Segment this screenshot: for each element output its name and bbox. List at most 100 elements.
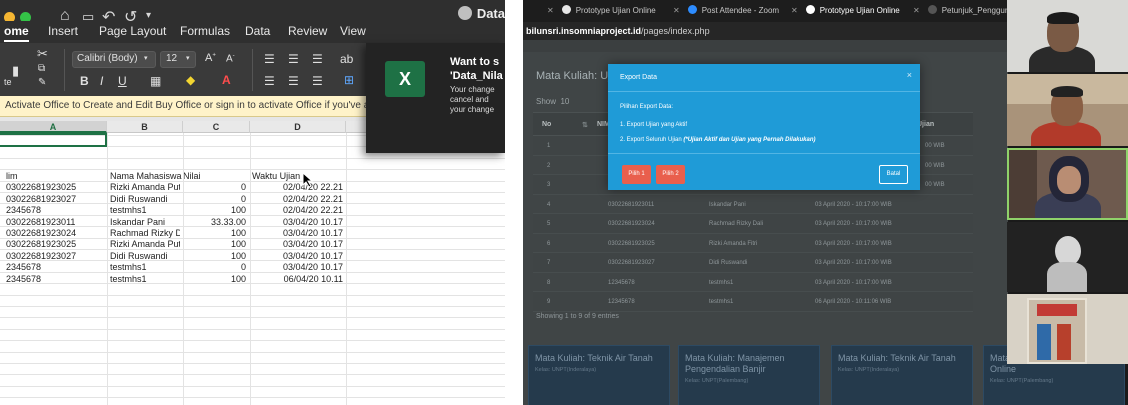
fill-color-icon[interactable]: ◆ bbox=[186, 73, 195, 87]
cell-nim[interactable]: 03022681923027 bbox=[6, 251, 105, 261]
align-right-icon[interactable]: ☰ bbox=[312, 52, 323, 66]
cell-nim[interactable]: 03022681923011 bbox=[6, 217, 105, 227]
cell-nim[interactable]: 2345678 bbox=[6, 262, 105, 272]
spreadsheet-grid[interactable]: lim Nama Mahasiswa Nilai Waktu Ujian 030… bbox=[0, 133, 505, 405]
cell-nilai[interactable]: 100 bbox=[184, 239, 246, 249]
participant-video-3[interactable] bbox=[1007, 148, 1128, 220]
column-header-c[interactable]: C bbox=[183, 121, 250, 133]
tab-home[interactable]: ome bbox=[4, 24, 29, 42]
cell-nama[interactable]: testmhs1 bbox=[110, 205, 180, 215]
cell-waktu[interactable]: 03/04/20 10.17 bbox=[252, 262, 343, 272]
tab-review[interactable]: Review bbox=[288, 24, 327, 38]
browser-tab-4[interactable]: ✕Petunjuk_Penggunaan bbox=[913, 5, 1008, 15]
table-row[interactable]: 6 03022681923025 Rizki Amanda Fitri 03 Apri… bbox=[533, 234, 973, 253]
selected-cell[interactable] bbox=[0, 133, 107, 147]
participant-video-5[interactable] bbox=[1007, 294, 1128, 364]
tab-data[interactable]: Data bbox=[245, 24, 270, 38]
cell-nim[interactable]: 03022681923025 bbox=[6, 239, 105, 249]
course-card[interactable]: Mata Kuliah: Teknik Air Tanah Kelas: UNPT… bbox=[528, 345, 670, 405]
cell-nama[interactable]: Rachmad Rizky Dali bbox=[110, 228, 180, 238]
font-color-icon[interactable]: A bbox=[222, 73, 231, 87]
cell-waktu[interactable]: 03/04/20 10.17 bbox=[252, 217, 343, 227]
browser-tab-3[interactable]: ✕ Prototype Ujian Online bbox=[791, 5, 900, 15]
course-card[interactable]: Mata Kuliah: Teknik Air Tanah Kelas: UNPT… bbox=[831, 345, 973, 405]
tab-page-layout[interactable]: Page Layout bbox=[99, 24, 166, 38]
cell-nilai[interactable]: 0 bbox=[184, 262, 246, 272]
merge-cells-icon[interactable]: ⊞ bbox=[344, 73, 354, 87]
cell-nama[interactable]: Rizki Amanda Putri bbox=[110, 239, 180, 249]
cell-header-waktu[interactable]: Waktu Ujian bbox=[252, 171, 342, 181]
cell-nama[interactable]: Didi Ruswandi bbox=[110, 194, 180, 204]
cell-header-nim[interactable]: lim bbox=[6, 171, 105, 181]
cell-waktu[interactable]: 02/04/20 22.21 bbox=[252, 205, 343, 215]
cell-waktu[interactable]: 02/04/20 22.21 bbox=[252, 194, 343, 204]
browser-tab-1[interactable]: ✕ Prototype Ujian Online bbox=[547, 5, 656, 15]
underline-icon[interactable]: U bbox=[118, 74, 127, 88]
justify-left-icon[interactable]: ☰ bbox=[264, 74, 275, 88]
cell-nilai[interactable]: 100 bbox=[184, 274, 246, 284]
cell-header-nama[interactable]: Nama Mahasiswa bbox=[110, 171, 182, 181]
cell-nama[interactable]: Iskandar Pani bbox=[110, 217, 180, 227]
entries-selector[interactable]: Show 10 bbox=[536, 97, 569, 106]
cell-nilai[interactable]: 100 bbox=[184, 251, 246, 261]
close-icon[interactable]: × bbox=[907, 70, 912, 80]
cut-icon[interactable]: ✂ bbox=[37, 46, 48, 62]
table-row[interactable]: 8 12345678 testmhs1 03 April 2020 - 10:17:0… bbox=[533, 273, 973, 292]
close-icon[interactable]: ✕ bbox=[547, 6, 554, 15]
bold-icon[interactable]: B bbox=[80, 74, 89, 88]
pilih-2-button[interactable]: Pilih 2 bbox=[656, 165, 685, 184]
column-header-b[interactable]: B bbox=[107, 121, 183, 133]
close-icon[interactable]: ✕ bbox=[673, 6, 680, 15]
participant-video-1[interactable] bbox=[1007, 0, 1128, 72]
participant-video-4[interactable] bbox=[1007, 222, 1128, 292]
cell-waktu[interactable]: 02/04/20 22.21 bbox=[252, 182, 343, 192]
column-header-d[interactable]: D bbox=[250, 121, 346, 133]
cell-nilai[interactable]: 100 bbox=[184, 228, 246, 238]
address-bar[interactable]: bilunsri.insomniaproject.id/pages/index.… bbox=[523, 22, 1008, 40]
cell-waktu[interactable]: 03/04/20 10.17 bbox=[252, 251, 343, 261]
course-card[interactable]: Mata Kuliah: Manajemen Pengendalian Banj… bbox=[678, 345, 820, 405]
cell-nama[interactable]: Rizki Amanda Putri bbox=[110, 182, 180, 192]
italic-icon[interactable]: I bbox=[100, 74, 103, 88]
browser-tab-2[interactable]: ✕ Post Attendee - Zoom bbox=[673, 5, 779, 15]
table-row[interactable]: 5 03022681923024 Rachmad Rizky Dali 03 Apri… bbox=[533, 214, 973, 234]
close-icon[interactable]: ✕ bbox=[791, 6, 798, 15]
justify-center-icon[interactable]: ☰ bbox=[288, 74, 299, 88]
cell-nilai[interactable]: 33.33.00 bbox=[184, 217, 246, 227]
tab-view[interactable]: View bbox=[340, 24, 366, 38]
cell-waktu[interactable]: 06/04/20 10.11 bbox=[252, 274, 343, 284]
cell-nim[interactable]: 2345678 bbox=[6, 274, 105, 284]
cell-header-nilai[interactable]: Nilai bbox=[183, 171, 233, 181]
customize-toolbar-icon[interactable]: ▾ bbox=[146, 10, 151, 21]
pilih-1-button[interactable]: Pilih 1 bbox=[622, 165, 651, 184]
table-row[interactable]: 4 03022681923011 Iskandar Pani 03 April 202… bbox=[533, 195, 973, 214]
cell-nama[interactable]: Didi Ruswandi bbox=[110, 251, 180, 261]
cell-nilai[interactable]: 0 bbox=[184, 182, 246, 192]
table-row[interactable]: 7 03022681923027 Didi Ruswandi 03 April 202… bbox=[533, 253, 973, 273]
cell-waktu[interactable]: 03/04/20 10.17 bbox=[252, 239, 343, 249]
table-row[interactable]: 9 12345678 testmhs1 06 April 2020 - 10:11:0… bbox=[533, 292, 973, 312]
cell-nilai[interactable]: 0 bbox=[184, 194, 246, 204]
sort-icon[interactable]: ⇅ bbox=[582, 121, 588, 129]
column-header-a[interactable]: A bbox=[0, 121, 107, 133]
cell-nim[interactable]: 03022681923025 bbox=[6, 182, 105, 192]
cell-nim[interactable]: 2345678 bbox=[6, 205, 105, 215]
cell-nama[interactable]: testmhs1 bbox=[110, 262, 180, 272]
decrease-font-icon[interactable]: A- bbox=[226, 53, 235, 64]
close-icon[interactable]: ✕ bbox=[913, 6, 920, 15]
orientation-icon[interactable]: ab bbox=[340, 52, 353, 66]
copy-icon[interactable]: ⧉ bbox=[38, 63, 45, 74]
cell-nilai[interactable]: 100 bbox=[184, 205, 246, 215]
batal-button[interactable]: Batal bbox=[879, 165, 908, 184]
align-center-icon[interactable]: ☰ bbox=[288, 52, 299, 66]
tab-insert[interactable]: Insert bbox=[48, 24, 78, 38]
paste-icon[interactable]: ▮ bbox=[12, 63, 19, 79]
tab-formulas[interactable]: Formulas bbox=[180, 24, 230, 38]
increase-font-icon[interactable]: A+ bbox=[205, 52, 216, 64]
borders-icon[interactable]: ▦ bbox=[150, 74, 161, 88]
align-left-icon[interactable]: ☰ bbox=[264, 52, 275, 66]
cell-nama[interactable]: testmhs1 bbox=[110, 274, 180, 284]
cell-waktu[interactable]: 03/04/20 10.17 bbox=[252, 228, 343, 238]
participant-video-2[interactable] bbox=[1007, 74, 1128, 146]
format-painter-icon[interactable]: ✎ bbox=[38, 77, 46, 88]
